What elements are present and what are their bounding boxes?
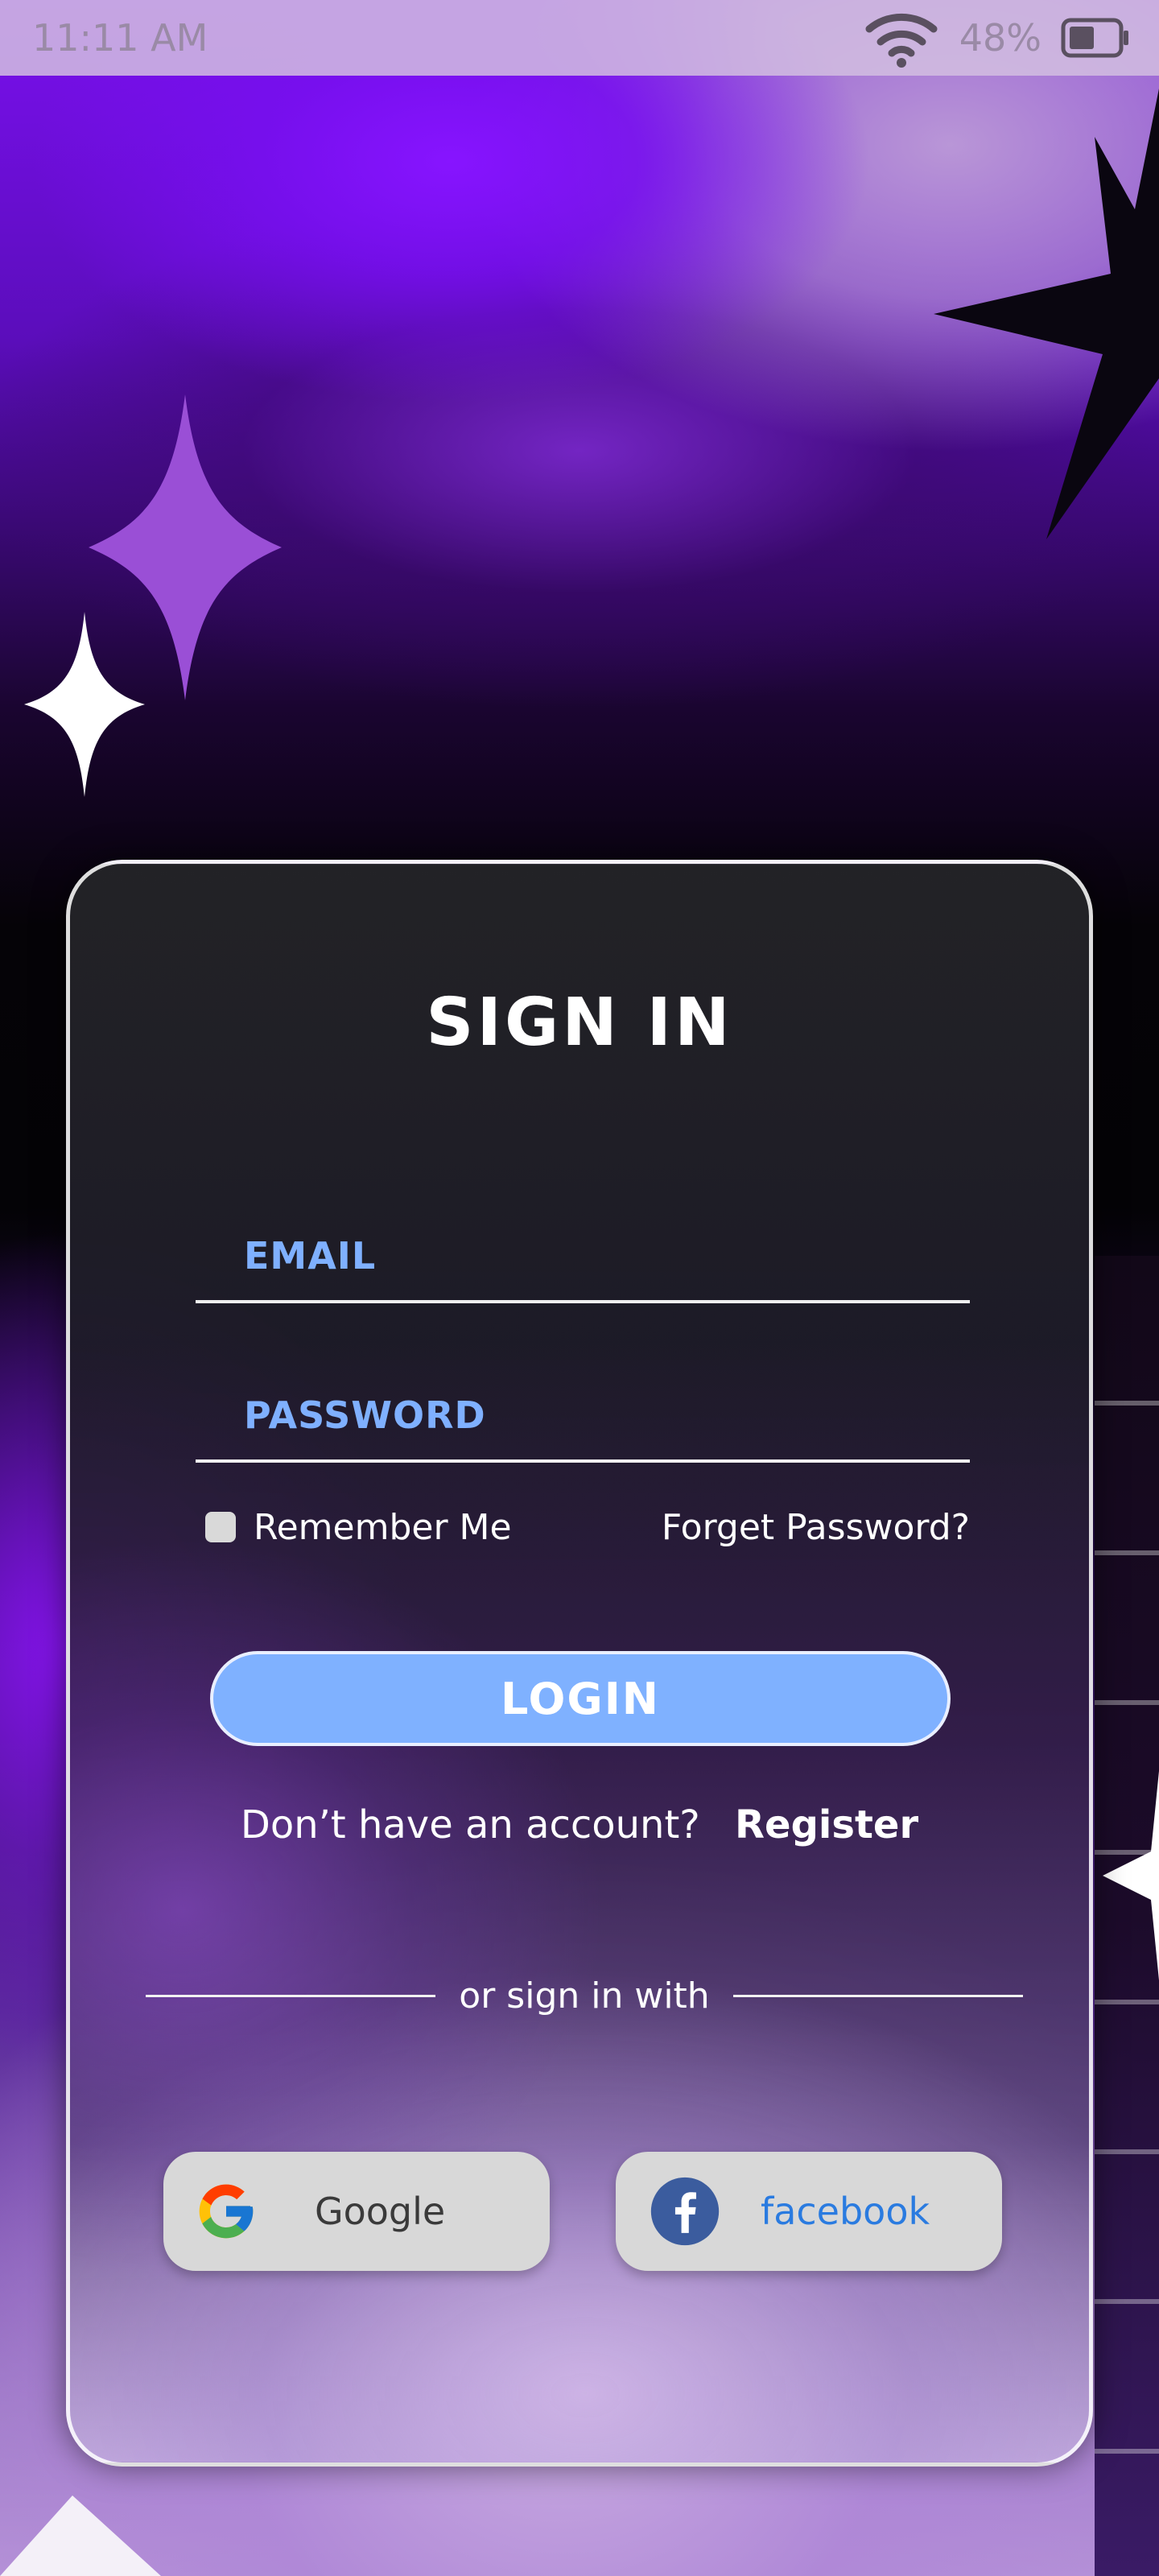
password-field[interactable] [244, 1371, 952, 1459]
page-title: SIGN IN [426, 985, 733, 1061]
divider-text: or sign in with [459, 1975, 710, 2017]
sparkle-star-white-icon [24, 612, 145, 797]
spiky-star-white-icon [1103, 1771, 1159, 1980]
register-link[interactable]: Register [735, 1802, 918, 1847]
email-field[interactable] [244, 1212, 952, 1300]
forgot-password-link[interactable]: Forget Password? [662, 1507, 970, 1548]
triangle-white-decoration [0, 2496, 161, 2576]
battery-icon [1061, 18, 1128, 58]
divider-line-left [146, 1994, 435, 1997]
status-icons: 48% [863, 8, 1130, 68]
google-icon [199, 2184, 254, 2239]
battery-percent: 48% [959, 16, 1041, 60]
password-field-container [196, 1371, 970, 1463]
email-field-container [196, 1212, 970, 1303]
remember-me-option[interactable]: Remember Me [205, 1507, 512, 1548]
google-label: Google [315, 2190, 446, 2233]
spiky-star-black-icon [934, 89, 1159, 539]
facebook-label: facebook [761, 2190, 930, 2233]
remember-me-label: Remember Me [254, 1506, 512, 1548]
divider-line-right [733, 1994, 1023, 1997]
wifi-icon [865, 13, 938, 68]
no-account-text: Don’t have an account? [240, 1802, 700, 1847]
sign-in-card: SIGN IN Remember Me Forget Password? LOG… [66, 860, 1093, 2467]
remember-me-checkbox[interactable] [205, 1512, 236, 1542]
status-bar: 11:11 AM 48% [0, 0, 1159, 76]
register-prompt: Don’t have an account? Register [70, 1802, 1089, 1847]
google-sign-in-button[interactable]: Google [163, 2152, 550, 2271]
login-button[interactable]: LOGIN [210, 1651, 951, 1746]
status-time: 11:11 AM [32, 16, 208, 60]
login-options-row: Remember Me Forget Password? [205, 1503, 970, 1551]
social-divider: or sign in with [146, 1971, 1023, 2020]
facebook-sign-in-button[interactable]: facebook [616, 2152, 1002, 2271]
facebook-icon [650, 2177, 720, 2246]
